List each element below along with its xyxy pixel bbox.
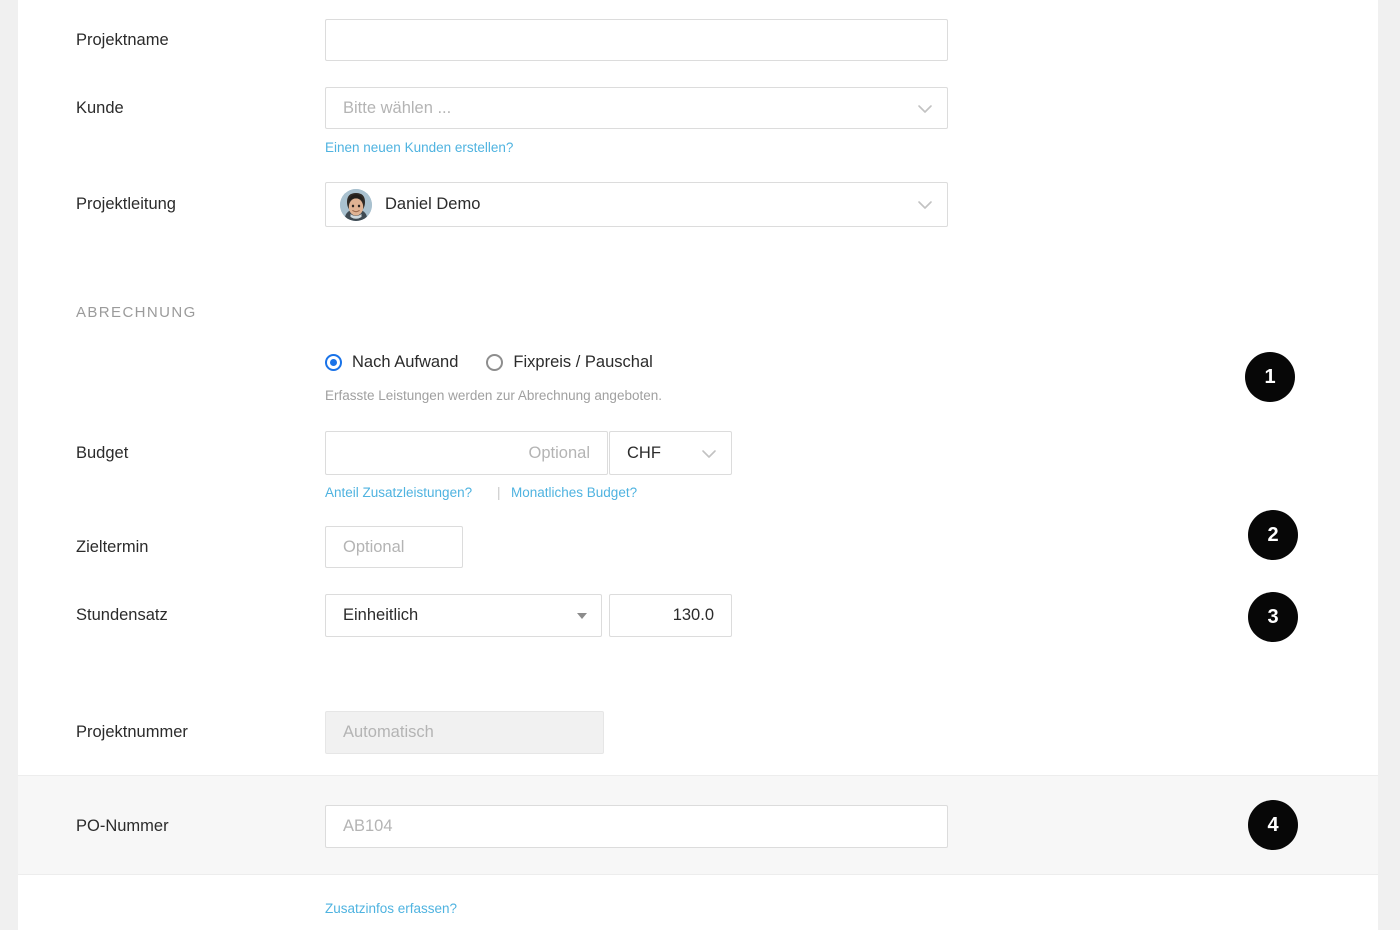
caret-down-icon bbox=[577, 612, 587, 619]
annotation-badge-1: 1 bbox=[1245, 352, 1295, 402]
radio-selected-icon bbox=[325, 354, 342, 371]
chevron-down-icon bbox=[917, 101, 932, 116]
avatar bbox=[340, 188, 372, 221]
projektnummer-label: Projektnummer bbox=[76, 723, 188, 741]
kunde-placeholder: Bitte wählen ... bbox=[343, 98, 452, 117]
screenshot-root: Projektname Kunde Bitte wählen ... Einen… bbox=[0, 0, 1400, 930]
kunde-select[interactable]: Bitte wählen ... bbox=[325, 87, 948, 129]
projektnummer-input: Automatisch bbox=[325, 711, 604, 754]
radio-fixpreis-label: Fixpreis / Pauschal bbox=[513, 353, 653, 371]
ponummer-placeholder: AB104 bbox=[343, 817, 393, 835]
neuer-kunde-link[interactable]: Einen neuen Kunden erstellen? bbox=[325, 140, 513, 155]
annotation-badge-2: 2 bbox=[1248, 510, 1298, 560]
budget-label: Budget bbox=[76, 444, 129, 462]
budget-placeholder: Optional bbox=[528, 443, 590, 462]
projektleitung-select[interactable]: Daniel Demo bbox=[325, 182, 948, 227]
zieltermin-placeholder: Optional bbox=[343, 537, 405, 556]
zieltermin-input[interactable]: Optional bbox=[325, 526, 463, 568]
zusatzinfos-link[interactable]: Zusatzinfos erfassen? bbox=[325, 901, 457, 916]
kunde-label: Kunde bbox=[76, 99, 124, 117]
radio-nach-aufwand[interactable]: Nach Aufwand bbox=[325, 353, 458, 372]
link-separator: | bbox=[497, 485, 501, 500]
annotation-badge-3: 3 bbox=[1248, 592, 1298, 642]
zieltermin-label: Zieltermin bbox=[76, 538, 149, 556]
stundensatz-rate-input[interactable]: 130.0 bbox=[609, 594, 732, 637]
abrechnung-helper-text: Erfasste Leistungen werden zur Abrechnun… bbox=[325, 388, 662, 403]
projektname-label: Projektname bbox=[76, 31, 169, 49]
abrechnung-radio-group: Nach Aufwand Fixpreis / Pauschal bbox=[325, 353, 681, 372]
stundensatz-rate-value: 130.0 bbox=[672, 606, 714, 624]
projektname-input[interactable] bbox=[325, 19, 948, 61]
stundensatz-label: Stundensatz bbox=[76, 606, 168, 624]
stundensatz-mode-select[interactable]: Einheitlich bbox=[325, 594, 602, 637]
anteil-zusatzleistungen-link[interactable]: Anteil Zusatzleistungen? bbox=[325, 485, 472, 500]
budget-input[interactable]: Optional bbox=[325, 431, 608, 475]
radio-fixpreis-pauschal[interactable]: Fixpreis / Pauschal bbox=[486, 353, 653, 372]
chevron-down-icon bbox=[917, 197, 932, 212]
projektleitung-value: Daniel Demo bbox=[385, 195, 481, 213]
ponummer-input[interactable]: AB104 bbox=[325, 805, 948, 848]
radio-nach-aufwand-label: Nach Aufwand bbox=[352, 353, 459, 371]
projektnummer-placeholder: Automatisch bbox=[343, 723, 434, 741]
form-panel-footer bbox=[18, 875, 1378, 930]
projektleitung-label: Projektleitung bbox=[76, 195, 176, 213]
annotation-badge-4: 4 bbox=[1248, 800, 1298, 850]
radio-unselected-icon bbox=[486, 354, 504, 371]
budget-currency-select[interactable]: CHF bbox=[609, 431, 732, 475]
budget-currency-value: CHF bbox=[627, 443, 661, 462]
stundensatz-mode-value: Einheitlich bbox=[343, 606, 419, 624]
chevron-down-icon bbox=[701, 446, 716, 461]
monatliches-budget-link[interactable]: Monatliches Budget? bbox=[511, 485, 637, 500]
abrechnung-section-title: ABRECHNUNG bbox=[76, 304, 197, 321]
ponummer-label: PO-Nummer bbox=[76, 817, 169, 835]
